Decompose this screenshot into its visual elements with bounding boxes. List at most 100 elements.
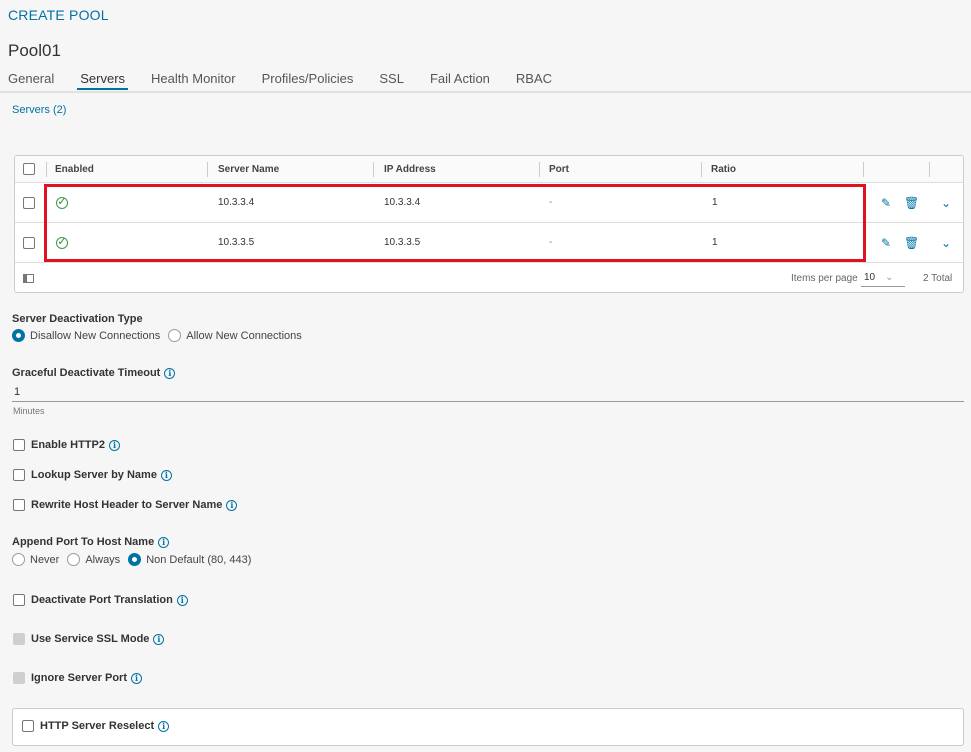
server-name-cell: 10.3.3.5 bbox=[218, 237, 255, 248]
edit-pencil-icon[interactable]: ✎ bbox=[881, 236, 891, 250]
ignore-server-port-label: Ignore Server Port bbox=[31, 672, 127, 684]
info-icon[interactable]: i bbox=[108, 439, 120, 451]
enable-http2-row[interactable]: Enable HTTP2 i bbox=[13, 439, 120, 451]
servers-section-label: Servers (2) bbox=[12, 104, 67, 116]
column-header-ip-address[interactable]: IP Address bbox=[384, 156, 436, 182]
port-cell: - bbox=[549, 197, 553, 208]
info-icon[interactable]: i bbox=[164, 367, 176, 379]
info-icon[interactable]: i bbox=[226, 499, 238, 511]
tab-servers[interactable]: Servers bbox=[77, 70, 129, 90]
table-row: ✓ 10.3.3.5 10.3.3.5 - 1 ✎ 🗑 ⌄ bbox=[15, 223, 963, 263]
tab-profiles-policies[interactable]: Profiles/Policies bbox=[262, 70, 354, 90]
radio-button[interactable] bbox=[67, 553, 81, 566]
radio-disallow-new-connections[interactable]: Disallow New Connections bbox=[12, 329, 160, 342]
enable-http2-label: Enable HTTP2 bbox=[31, 439, 105, 451]
deactivation-type-radio-group: Disallow New Connections Allow New Conne… bbox=[12, 329, 310, 342]
ip-address-cell: 10.3.3.5 bbox=[384, 237, 421, 248]
row-select-checkbox[interactable] bbox=[23, 196, 35, 209]
tab-general[interactable]: General bbox=[8, 70, 54, 90]
column-header-enabled[interactable]: Enabled bbox=[55, 156, 94, 182]
http-server-reselect-label: HTTP Server Reselect bbox=[40, 720, 155, 732]
ratio-cell: 1 bbox=[712, 237, 718, 248]
column-header-ratio[interactable]: Ratio bbox=[711, 156, 736, 182]
radio-never[interactable]: Never bbox=[12, 553, 59, 566]
append-port-label: Append Port To Host Name bbox=[12, 536, 155, 548]
delete-trash-icon[interactable]: 🗑 bbox=[904, 236, 919, 250]
info-icon[interactable]: i bbox=[153, 633, 165, 645]
column-header-port[interactable]: Port bbox=[549, 156, 569, 182]
column-header-server-name[interactable]: Server Name bbox=[218, 156, 279, 182]
tab-ssl[interactable]: SSL bbox=[379, 70, 404, 90]
ignore-server-port-row: Ignore Server Port i bbox=[13, 672, 142, 684]
rewrite-host-row[interactable]: Rewrite Host Header to Server Name i bbox=[13, 499, 238, 511]
radio-label: Allow New Connections bbox=[186, 329, 302, 342]
pool-name: Pool01 bbox=[8, 41, 61, 60]
edit-pencil-icon[interactable]: ✎ bbox=[881, 196, 891, 210]
append-port-label-row: Append Port To Host Name i bbox=[12, 536, 170, 548]
table-row: ✓ 10.3.3.4 10.3.3.4 - 1 ✎ 🗑 ⌄ bbox=[15, 183, 963, 223]
rewrite-host-label: Rewrite Host Header to Server Name bbox=[31, 499, 223, 511]
info-icon[interactable]: i bbox=[130, 672, 142, 684]
server-name-cell: 10.3.3.4 bbox=[218, 197, 255, 208]
deactivate-port-translation-checkbox[interactable] bbox=[13, 594, 25, 606]
info-icon[interactable]: i bbox=[176, 594, 188, 606]
use-service-ssl-checkbox bbox=[13, 633, 25, 645]
radio-label: Disallow New Connections bbox=[30, 329, 161, 342]
radio-always[interactable]: Always bbox=[67, 553, 120, 566]
radio-label: Non Default (80, 443) bbox=[146, 553, 252, 566]
timeout-unit: Minutes bbox=[13, 406, 45, 416]
lookup-server-row[interactable]: Lookup Server by Name i bbox=[13, 469, 172, 481]
info-icon[interactable]: i bbox=[158, 720, 170, 732]
delete-trash-icon[interactable]: 🗑 bbox=[904, 196, 919, 210]
select-all-checkbox[interactable] bbox=[23, 163, 35, 175]
servers-datagrid: Enabled Server Name IP Address Port Rati… bbox=[14, 155, 964, 293]
items-per-page-select[interactable]: 10 ⌄ bbox=[861, 269, 905, 287]
use-service-ssl-row: Use Service SSL Mode i bbox=[13, 633, 165, 645]
radio-allow-new-connections[interactable]: Allow New Connections bbox=[168, 329, 302, 342]
tab-bar: General Servers Health Monitor Profiles/… bbox=[8, 70, 578, 92]
rewrite-host-checkbox[interactable] bbox=[13, 499, 25, 511]
tab-health-monitor[interactable]: Health Monitor bbox=[151, 70, 236, 90]
page-header: CREATE POOL Pool01 General Servers Healt… bbox=[0, 0, 971, 93]
check-circle-icon: ✓ bbox=[56, 236, 68, 249]
radio-non-default[interactable]: Non Default (80, 443) bbox=[128, 553, 251, 566]
ip-address-cell: 10.3.3.4 bbox=[384, 197, 421, 208]
grid-footer: Items per page 10 ⌄ 2 Total bbox=[15, 263, 963, 292]
info-icon[interactable]: i bbox=[158, 536, 170, 548]
http-server-reselect-row[interactable]: HTTP Server Reselect i bbox=[22, 720, 170, 732]
deactivate-port-translation-row[interactable]: Deactivate Port Translation i bbox=[13, 594, 188, 606]
row-select-checkbox[interactable] bbox=[23, 236, 35, 249]
ratio-cell: 1 bbox=[712, 197, 718, 208]
chevron-down-icon[interactable]: ⌄ bbox=[941, 196, 951, 210]
radio-button[interactable] bbox=[128, 553, 142, 566]
radio-button[interactable] bbox=[12, 553, 25, 566]
deactivation-type-label: Server Deactivation Type bbox=[12, 313, 143, 325]
info-icon[interactable]: i bbox=[160, 469, 172, 481]
timeout-input-underline bbox=[12, 401, 964, 402]
timeout-label-row: Graceful Deactivate Timeout i bbox=[12, 367, 176, 379]
timeout-label: Graceful Deactivate Timeout bbox=[12, 367, 161, 379]
check-circle-icon: ✓ bbox=[56, 196, 68, 209]
items-per-page-value: 10 bbox=[864, 272, 876, 283]
chevron-down-icon: ⌄ bbox=[885, 272, 894, 283]
header-divider bbox=[0, 91, 971, 93]
deactivate-port-translation-label: Deactivate Port Translation bbox=[31, 594, 173, 606]
timeout-input[interactable]: 1 bbox=[14, 386, 20, 398]
http-server-reselect-checkbox[interactable] bbox=[22, 720, 34, 732]
append-port-radio-group: Never Always Non Default (80, 443) bbox=[12, 553, 259, 566]
lookup-server-label: Lookup Server by Name bbox=[31, 469, 157, 481]
grid-header-row: Enabled Server Name IP Address Port Rati… bbox=[15, 156, 963, 183]
chevron-down-icon[interactable]: ⌄ bbox=[941, 236, 951, 250]
enable-http2-checkbox[interactable] bbox=[13, 439, 25, 451]
ignore-server-port-checkbox bbox=[13, 672, 25, 684]
radio-button[interactable] bbox=[12, 329, 25, 342]
tab-rbac[interactable]: RBAC bbox=[516, 70, 552, 90]
radio-button[interactable] bbox=[168, 329, 182, 342]
use-service-ssl-label: Use Service SSL Mode bbox=[31, 633, 150, 645]
page-title: CREATE POOL bbox=[8, 7, 109, 23]
lookup-server-checkbox[interactable] bbox=[13, 469, 25, 481]
total-count: 2 Total bbox=[923, 272, 953, 284]
items-per-page-label: Items per page bbox=[791, 272, 858, 284]
column-toggle-icon[interactable] bbox=[23, 273, 34, 283]
tab-fail-action[interactable]: Fail Action bbox=[430, 70, 490, 90]
